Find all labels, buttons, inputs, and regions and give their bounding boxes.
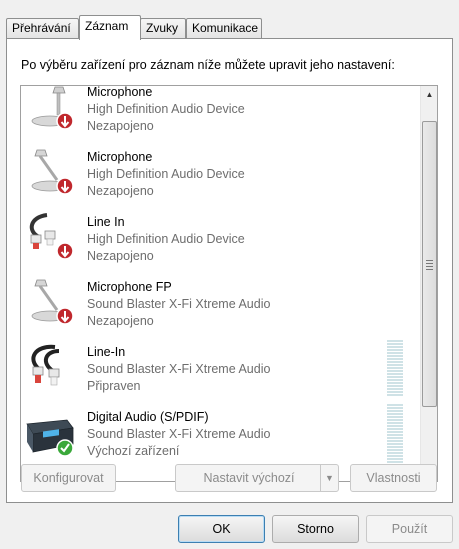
line-in-cable-icon: [31, 344, 60, 386]
microphone-icon: [31, 149, 74, 195]
ok-button[interactable]: OK: [178, 515, 265, 543]
microphone-icon: [31, 86, 74, 130]
scroll-up-arrow-icon[interactable]: ▲: [421, 86, 437, 103]
device-driver: Sound Blaster X-Fi Xtreme Audio: [87, 427, 271, 441]
device-driver: High Definition Audio Device: [87, 232, 245, 246]
digital-audio-device-icon: [26, 419, 74, 456]
device-name: Line In: [87, 215, 125, 229]
apply-button[interactable]: Použít: [366, 515, 453, 543]
device-driver: Sound Blaster X-Fi Xtreme Audio: [87, 362, 271, 376]
instruction-text: Po výběru zařízení pro záznam níže můžet…: [21, 58, 395, 72]
tab-playback[interactable]: Přehrávání: [6, 18, 79, 39]
device-driver: Sound Blaster X-Fi Xtreme Audio: [87, 297, 271, 311]
device-driver: High Definition Audio Device: [87, 167, 245, 181]
vertical-scrollbar[interactable]: ▲ ▼: [420, 86, 437, 481]
tab-label: Přehrávání: [12, 21, 71, 35]
list-item-device[interactable]: Digital Audio (S/PDIF) Sound Blaster X-F…: [21, 402, 421, 481]
list-item-device[interactable]: Line In High Definition Audio Device Nez…: [21, 207, 421, 272]
list-item-device[interactable]: Microphone High Definition Audio Device …: [21, 85, 421, 142]
device-name: Microphone FP: [87, 280, 172, 294]
tab-label: Komunikace: [192, 21, 259, 35]
list-item-device[interactable]: Line-In Sound Blaster X-Fi Xtreme Audio …: [21, 337, 421, 402]
tab-label: Záznam: [85, 19, 129, 33]
tab-recording[interactable]: Záznam: [79, 15, 141, 40]
device-status: Připraven: [87, 379, 141, 393]
device-name: Digital Audio (S/PDIF): [87, 410, 209, 424]
microphone-icon: [31, 279, 74, 325]
tab-label: Zvuky: [146, 21, 179, 35]
set-default-label: Nastavit výchozí: [203, 471, 295, 485]
device-driver: High Definition Audio Device: [87, 102, 245, 116]
device-status: Nezapojeno: [87, 119, 154, 133]
list-item-device[interactable]: Microphone FP Sound Blaster X-Fi Xtreme …: [21, 272, 421, 337]
recording-device-list[interactable]: Microphone High Definition Audio Device …: [20, 85, 438, 482]
device-status: Nezapojeno: [87, 249, 154, 263]
tab-sounds[interactable]: Zvuky: [140, 18, 186, 39]
cancel-button[interactable]: Storno: [272, 515, 359, 543]
device-name: Microphone: [87, 150, 153, 164]
recording-panel: Po výběru zařízení pro záznam níže můžet…: [6, 38, 453, 503]
device-status: Nezapojeno: [87, 184, 154, 198]
line-in-cable-icon: [29, 213, 74, 260]
properties-button[interactable]: Vlastnosti: [350, 464, 437, 492]
scrollbar-thumb[interactable]: [422, 121, 437, 407]
device-name: Microphone: [87, 85, 153, 99]
device-status: Výchozí zařízení: [87, 444, 180, 458]
tab-communications[interactable]: Komunikace: [186, 18, 262, 39]
chevron-down-icon[interactable]: ▼: [320, 465, 338, 491]
level-meter: [387, 340, 403, 397]
list-item-device[interactable]: Microphone High Definition Audio Device …: [21, 142, 421, 207]
scrollbar-grip: [426, 260, 433, 272]
device-status: Nezapojeno: [87, 314, 154, 328]
device-name: Line-In: [87, 345, 126, 359]
configure-button[interactable]: Konfigurovat: [21, 464, 116, 492]
set-default-button[interactable]: Nastavit výchozí ▼: [175, 464, 339, 492]
